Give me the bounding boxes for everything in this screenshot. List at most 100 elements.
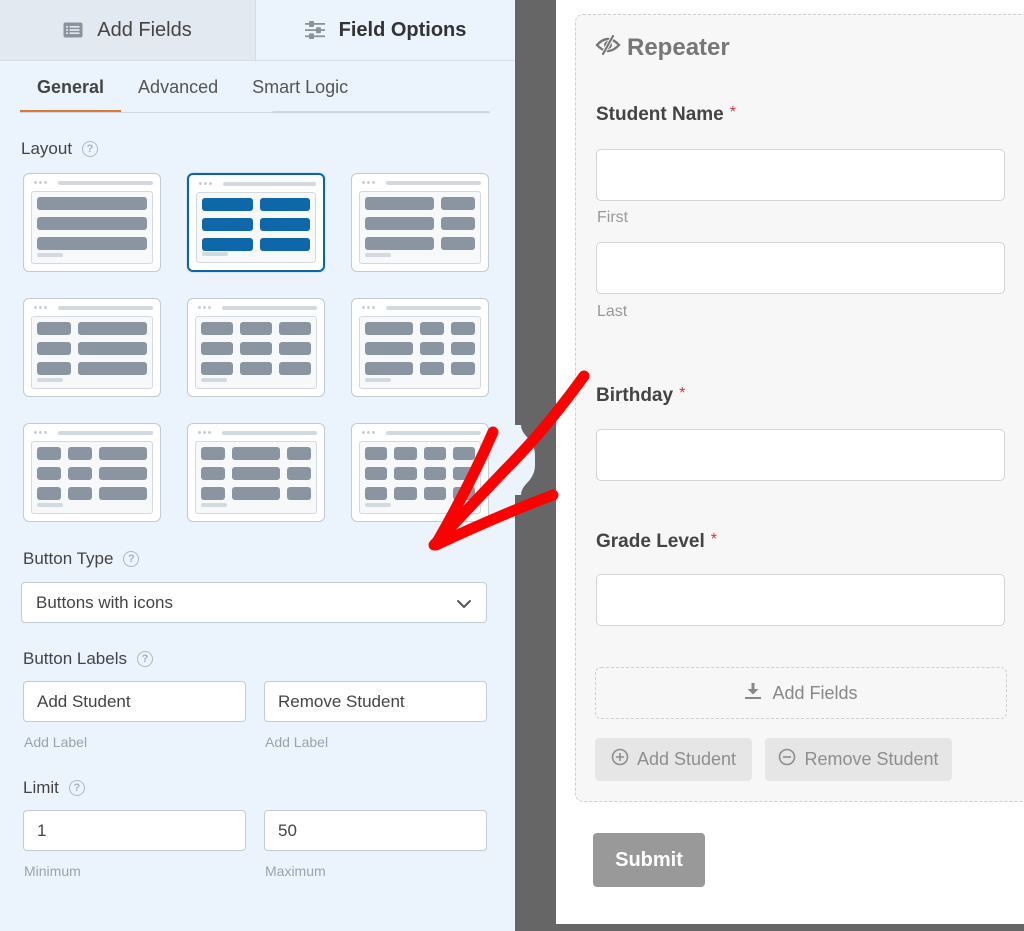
grade-level-input[interactable]	[596, 574, 1005, 626]
plus-circle-icon	[611, 748, 629, 771]
birthday-input[interactable]	[596, 429, 1005, 481]
layout-option-three-thirds[interactable]	[187, 298, 325, 397]
layout-preview	[359, 316, 481, 389]
button-type-label: Button Type	[23, 549, 114, 568]
window-dots	[198, 431, 211, 434]
field-options-panel: Add Fields Field Options General Advance…	[0, 0, 515, 931]
collapse-panel-handle[interactable]	[515, 425, 537, 495]
help-icon[interactable]: ?	[136, 651, 153, 667]
required-asterisk: *	[710, 531, 718, 548]
layout-column	[365, 467, 388, 480]
help-icon[interactable]: ?	[82, 141, 99, 157]
layout-column	[68, 467, 92, 480]
layout-option-two-thirds-one-third[interactable]	[351, 173, 489, 272]
student-name-label: Student Name *	[596, 104, 736, 126]
layout-option-quarter-half-quarter[interactable]	[187, 423, 325, 522]
layout-option-one-column[interactable]	[23, 173, 161, 272]
layout-column	[365, 322, 413, 335]
last-name-input[interactable]	[596, 242, 1005, 294]
window-bar	[386, 181, 481, 185]
layout-column	[394, 487, 417, 500]
first-name-input[interactable]	[596, 149, 1005, 201]
subtab-smart-logic[interactable]: Smart Logic	[235, 61, 365, 113]
layout-column	[37, 237, 147, 250]
tab-field-options[interactable]: Field Options	[256, 0, 515, 60]
layout-column	[452, 467, 475, 480]
layout-column	[365, 362, 413, 375]
layout-preview	[196, 192, 316, 263]
limit-maximum-input[interactable]: 50	[264, 810, 487, 851]
subtab-general[interactable]: General	[20, 61, 122, 113]
layout-column	[259, 238, 310, 251]
layout-column	[68, 487, 92, 500]
layout-column	[440, 217, 475, 230]
window-dots	[34, 306, 47, 309]
layout-column	[365, 217, 434, 230]
layout-column	[365, 197, 434, 210]
subtab-advanced[interactable]: Advanced	[121, 61, 235, 113]
help-icon[interactable]: ?	[123, 551, 140, 567]
limit-maximum-value: 50	[278, 820, 297, 840]
window-dots	[34, 431, 47, 434]
layout-footer	[202, 252, 228, 256]
layout-option-two-halves[interactable]	[187, 173, 325, 272]
birthday-label-text: Birthday	[596, 385, 674, 406]
layout-column	[240, 342, 272, 355]
layout-footer	[37, 503, 63, 507]
layout-column	[440, 197, 475, 210]
window-dots	[362, 431, 375, 434]
layout-option-one-third-two-thirds[interactable]	[23, 298, 161, 397]
limit-minimum-input[interactable]: 1	[23, 810, 246, 851]
download-arrow-icon	[744, 682, 762, 705]
submit-button[interactable]: Submit	[593, 833, 705, 887]
layout-column	[232, 447, 280, 460]
remove-label-input[interactable]: Remove Student	[264, 681, 487, 722]
tab-add-fields[interactable]: Add Fields	[0, 0, 256, 60]
help-icon[interactable]: ?	[68, 780, 85, 796]
layout-column	[365, 447, 388, 460]
layout-footer	[201, 378, 227, 382]
sliders-icon	[304, 21, 325, 39]
add-fields-label: Add Fields	[772, 682, 858, 703]
window-bar	[58, 306, 153, 310]
layout-option-quarter-quarter-half[interactable]	[23, 423, 161, 522]
student-name-label-text: Student Name	[596, 104, 724, 125]
add-label-sublabel: Add Label	[24, 734, 88, 750]
layout-column	[420, 362, 444, 375]
layout-footer	[37, 253, 63, 257]
minus-circle-icon	[778, 748, 796, 771]
window-dots	[198, 306, 211, 309]
add-fields-dropzone[interactable]: Add Fields	[595, 667, 1007, 719]
remove-label-sublabel: Add Label	[265, 734, 329, 750]
layout-column	[201, 362, 233, 375]
remove-student-button[interactable]: Remove Student	[765, 738, 952, 781]
layout-column	[287, 487, 311, 500]
button-type-select[interactable]: Buttons with icons	[21, 582, 487, 623]
layout-option-half-quarter-quarter[interactable]	[351, 298, 489, 397]
layout-column	[452, 487, 475, 500]
limit-label: Limit	[23, 778, 59, 797]
add-label-value: Add Student	[37, 691, 131, 711]
window-dots	[34, 181, 47, 184]
layout-column	[37, 467, 61, 480]
layout-option-four-quarters[interactable]	[351, 423, 489, 522]
layout-column	[201, 467, 225, 480]
layout-preview	[359, 191, 481, 264]
add-student-button[interactable]: Add Student	[595, 738, 752, 781]
layout-column	[78, 322, 147, 335]
layout-preview	[31, 191, 153, 264]
layout-column	[451, 362, 475, 375]
remove-label-value: Remove Student	[278, 691, 405, 711]
layout-column	[37, 197, 147, 210]
button-labels-label: Button Labels	[23, 649, 127, 668]
required-asterisk: *	[679, 385, 686, 402]
layout-column	[420, 342, 444, 355]
window-bar	[222, 306, 317, 310]
layout-column	[68, 447, 92, 460]
window-dots	[199, 182, 212, 185]
grade-level-label-text: Grade Level	[596, 531, 705, 552]
window-bar	[58, 181, 153, 185]
list-icon	[63, 22, 83, 38]
add-student-label: Add Student	[636, 749, 737, 769]
add-label-input[interactable]: Add Student	[23, 681, 246, 722]
